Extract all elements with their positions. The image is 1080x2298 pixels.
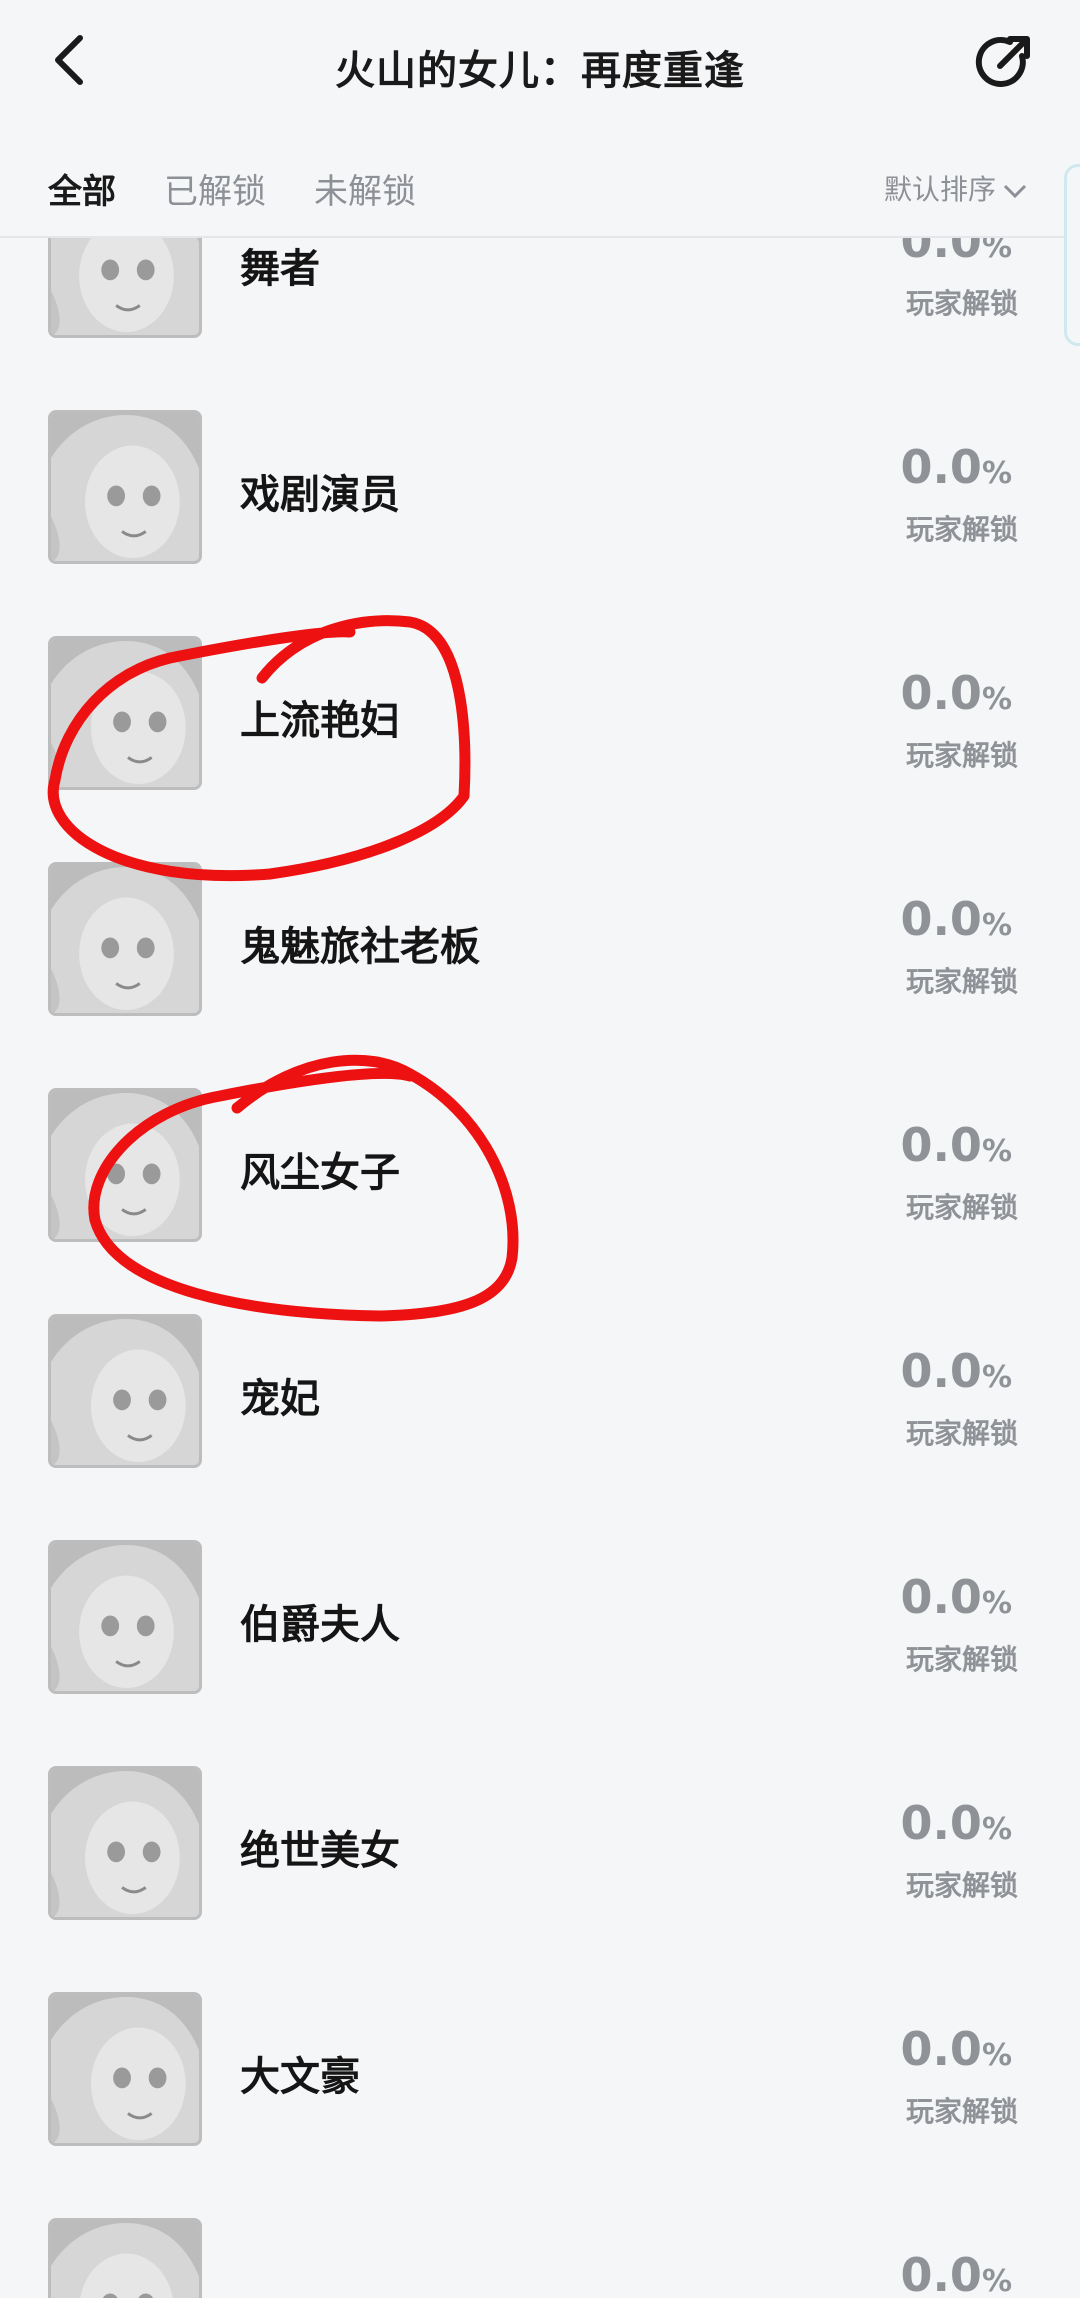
list-item[interactable]: 大文豪 0.0% 玩家解锁: [0, 1920, 1080, 2146]
list-item[interactable]: 鬼魅旅社老板 0.0% 玩家解锁: [0, 790, 1080, 1016]
chevron-down-icon: [1003, 184, 1027, 199]
percent-value: 0.0: [900, 1344, 982, 1398]
list-item[interactable]: 0.0%: [0, 2146, 1080, 2298]
percent-unit: %: [981, 1586, 1012, 1621]
unlock-percentage: 0.0%: [900, 2248, 1012, 2298]
achievement-avatar: [48, 862, 202, 1016]
achievement-avatar: [48, 2218, 202, 2298]
achievement-avatar: [48, 1088, 202, 1242]
achievement-name: 大文豪: [240, 2054, 360, 2100]
percent-unit: %: [981, 908, 1012, 943]
percent-value: 0.0: [900, 666, 982, 720]
achievement-avatar: [48, 410, 202, 564]
achievement-name: 宠妃: [240, 1376, 320, 1422]
list-item[interactable]: 绝世美女 0.0% 玩家解锁: [0, 1694, 1080, 1920]
achievement-avatar: [48, 238, 202, 338]
achievement-name: 伯爵夫人: [240, 1602, 400, 1648]
percent-unit: %: [981, 456, 1012, 491]
tab-unlocked[interactable]: 已解锁: [164, 164, 266, 213]
unlock-percentage: 0.0%: [900, 1570, 1012, 1624]
filter-tabs: 全部 已解锁 未解锁 默认排序: [0, 140, 1080, 238]
list-item[interactable]: 上流艳妇 0.0% 玩家解锁: [0, 564, 1080, 790]
percent-unit: %: [981, 2264, 1012, 2298]
achievement-avatar: [48, 1766, 202, 1920]
unlock-caption: 玩家解锁: [905, 1643, 1018, 1676]
achievement-name: 舞者: [240, 246, 320, 292]
percent-value: 0.0: [900, 440, 982, 494]
percent-unit: %: [981, 2038, 1012, 2073]
list-item[interactable]: 风尘女子 0.0% 玩家解锁: [0, 1016, 1080, 1242]
list-item[interactable]: 宠妃 0.0% 玩家解锁: [0, 1242, 1080, 1468]
unlock-caption: 玩家解锁: [905, 1191, 1018, 1224]
achievement-name: 上流艳妇: [240, 698, 400, 744]
achievement-name: 绝世美女: [240, 1828, 400, 1874]
tab-all[interactable]: 全部: [48, 164, 116, 213]
percent-value: 0.0: [900, 892, 982, 946]
percent-unit: %: [981, 1812, 1012, 1847]
share-icon[interactable]: [972, 32, 1034, 94]
unlock-caption: 玩家解锁: [905, 513, 1018, 546]
achievement-avatar: [48, 636, 202, 790]
achievement-list: 舞者 0.0% 玩家解锁 戏剧演员 0.0% 玩家解锁 上流艳妇 0.0% 玩家解锁 鬼魅旅社老板…: [0, 238, 1080, 2298]
percent-unit: %: [981, 682, 1012, 717]
achievement-name: 戏剧演员: [240, 472, 400, 518]
unlock-caption: 玩家解锁: [905, 1417, 1018, 1450]
percent-value: 0.0: [900, 1118, 982, 1172]
percent-value: 0.0: [900, 1796, 982, 1850]
unlock-percentage: 0.0%: [900, 1344, 1012, 1398]
unlock-caption: 玩家解锁: [905, 739, 1018, 772]
achievement-name: 鬼魅旅社老板: [240, 924, 480, 970]
tab-locked[interactable]: 未解锁: [314, 164, 416, 213]
unlock-caption: 玩家解锁: [905, 2095, 1018, 2128]
sort-dropdown[interactable]: 默认排序: [884, 168, 1028, 208]
unlock-caption: 玩家解锁: [905, 287, 1018, 320]
unlock-percentage: 0.0%: [900, 1796, 1012, 1850]
page-title: 火山的女儿：再度重逢: [335, 48, 745, 94]
percent-unit: %: [981, 1134, 1012, 1169]
unlock-percentage: 0.0%: [900, 666, 1012, 720]
percent-value: 0.0: [900, 1570, 982, 1624]
percent-value: 0.0: [900, 2248, 982, 2298]
achievement-avatar: [48, 1540, 202, 1694]
unlock-percentage: 0.0%: [900, 892, 1012, 946]
unlock-percentage: 0.0%: [900, 238, 1012, 268]
percent-unit: %: [981, 1360, 1012, 1395]
achievement-avatar: [48, 1992, 202, 2146]
unlock-percentage: 0.0%: [900, 1118, 1012, 1172]
list-item[interactable]: 舞者 0.0% 玩家解锁: [0, 238, 1080, 338]
achievement-avatar: [48, 1314, 202, 1468]
top-bar: 火山的女儿：再度重逢: [0, 0, 1080, 130]
unlock-percentage: 0.0%: [900, 2022, 1012, 2076]
achievement-name: 风尘女子: [240, 1150, 400, 1196]
sort-label: 默认排序: [883, 173, 996, 206]
unlock-percentage: 0.0%: [900, 440, 1012, 494]
unlock-caption: 玩家解锁: [905, 965, 1018, 998]
percent-value: 0.0: [900, 238, 982, 268]
unlock-caption: 玩家解锁: [905, 1869, 1018, 1902]
list-item[interactable]: 戏剧演员 0.0% 玩家解锁: [0, 338, 1080, 564]
percent-unit: %: [981, 238, 1012, 265]
list-item[interactable]: 伯爵夫人 0.0% 玩家解锁: [0, 1468, 1080, 1694]
percent-value: 0.0: [900, 2022, 982, 2076]
